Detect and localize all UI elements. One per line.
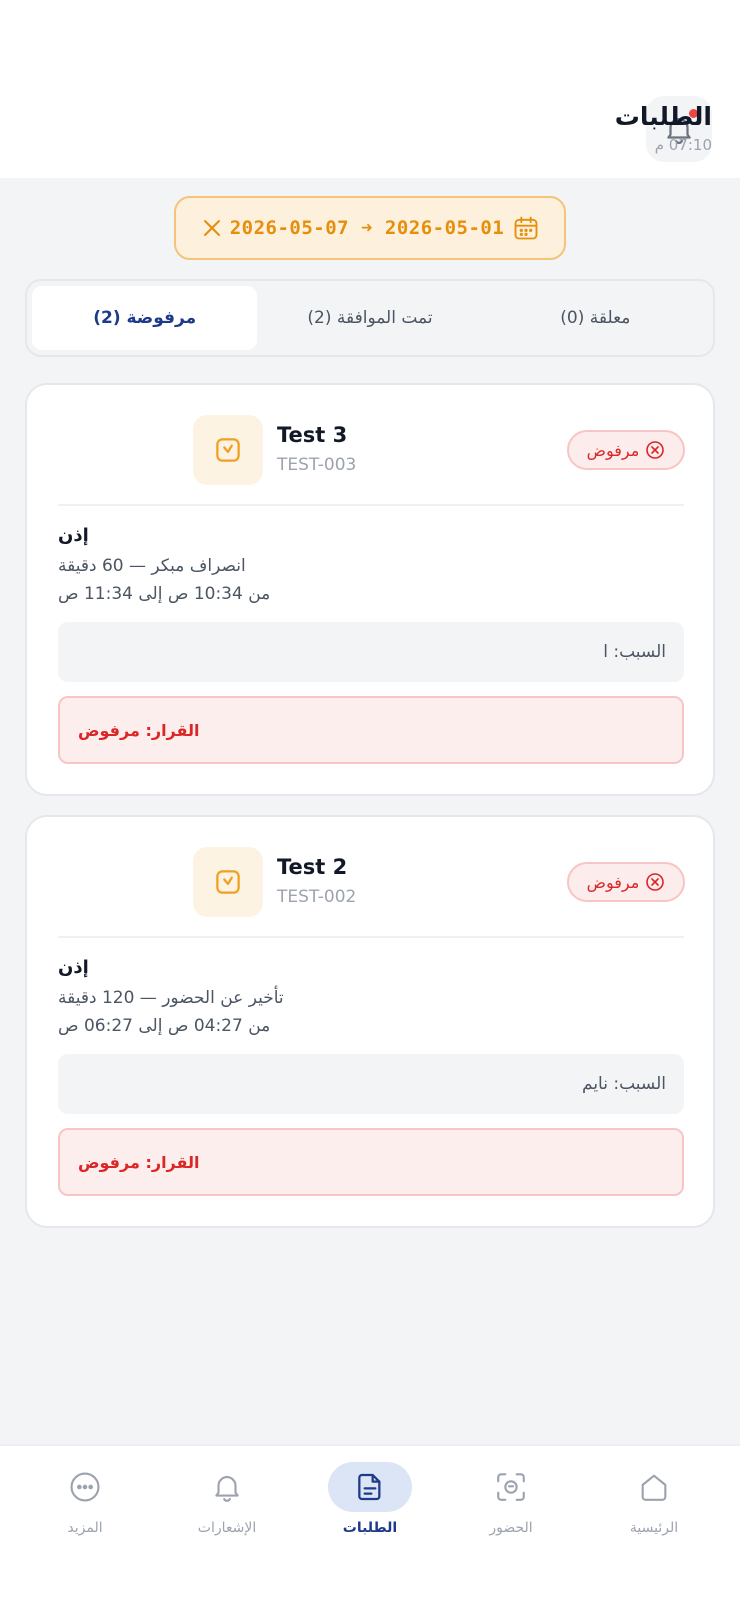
request-detail: انصراف مبكر — 60 دقيقة — [58, 556, 246, 576]
nav-item-more[interactable]: المزيد — [25, 1456, 145, 1556]
clock-icon — [216, 870, 240, 894]
request-time-range: من 10:34 ص إلى 11:34 ص — [58, 584, 271, 604]
divider — [58, 936, 684, 938]
date-range-filter[interactable]: 2026-05-07 ➜ 2026-05-01 — [174, 196, 566, 260]
request-card[interactable]: Test 2 TEST-002 مرفوض إذن تأخير عن الحضو… — [25, 815, 715, 1228]
card-header: Test 2 TEST-002 مرفوض — [27, 817, 713, 937]
status-badge: مرفوض — [567, 430, 685, 470]
status-badge: مرفوض — [567, 862, 685, 902]
nav-icon-wrap — [469, 1462, 553, 1512]
nav-label: الحضور — [489, 1520, 533, 1536]
tab-approved[interactable]: تمت الموافقة (2) — [257, 286, 482, 350]
card-body: إذن انصراف مبكر — 60 دقيقة من 10:34 ص إل… — [58, 525, 684, 764]
nav-label: الطلبات — [342, 1520, 398, 1536]
request-card[interactable]: Test 3 TEST-003 مرفوض إذن انصراف مبكر — … — [25, 383, 715, 796]
close-icon[interactable] — [202, 218, 222, 238]
card-icon-box — [193, 847, 263, 917]
x-circle-icon — [646, 441, 665, 459]
nav-icon-wrap — [612, 1462, 696, 1512]
decision-box: القرار: مرفوض — [58, 1128, 684, 1196]
request-time-range: من 04:27 ص إلى 06:27 ص — [58, 1016, 271, 1036]
tab-rejected[interactable]: مرفوضة (2) — [32, 286, 258, 350]
nav-item-requests[interactable]: الطلبات — [310, 1456, 430, 1556]
divider — [58, 504, 684, 506]
employee-name: Test 2 — [277, 855, 348, 879]
nav-label: المزيد — [67, 1520, 103, 1536]
nav-icon-wrap — [185, 1462, 269, 1512]
home-icon — [641, 1474, 667, 1501]
document-icon — [358, 1473, 381, 1501]
face-scan-icon — [497, 1473, 525, 1501]
calendar-icon — [514, 216, 538, 240]
app-header: الطلبات 07:10 م — [0, 0, 740, 178]
title-block: الطلبات 07:10 م — [615, 100, 712, 154]
requests-screen: الطلبات 07:10 م 2026-05-07 ➜ 2026-05-01 … — [0, 0, 740, 1600]
bell-icon — [215, 1476, 239, 1502]
request-type: إذن — [58, 957, 89, 978]
employee-code: TEST-002 — [277, 887, 357, 907]
page-title: الطلبات — [614, 102, 712, 131]
tab-pending[interactable]: معلقة (0) — [483, 286, 708, 350]
nav-label: الإشعارات — [197, 1520, 257, 1536]
date-range-text: 2026-05-07 ➜ 2026-05-01 — [229, 217, 505, 239]
request-detail: تأخير عن الحضور — 120 دقيقة — [58, 988, 284, 1008]
status-tabs: مرفوضة (2) تمت الموافقة (2) معلقة (0) — [25, 279, 715, 357]
nav-item-attendance[interactable]: الحضور — [451, 1456, 571, 1556]
nav-icon-wrap — [43, 1462, 127, 1512]
card-header: Test 3 TEST-003 مرفوض — [27, 385, 713, 505]
card-icon-box — [193, 415, 263, 485]
nav-item-notifications[interactable]: الإشعارات — [167, 1456, 287, 1556]
more-icon — [70, 1472, 100, 1502]
x-circle-icon — [646, 873, 665, 891]
current-time: 07:10 م — [654, 136, 712, 154]
request-type: إذن — [58, 525, 89, 546]
employee-code: TEST-003 — [277, 455, 357, 475]
clock-icon — [216, 438, 240, 462]
reason-box: السبب: نايم — [58, 1054, 684, 1114]
employee-name: Test 3 — [277, 423, 348, 447]
card-body: إذن تأخير عن الحضور — 120 دقيقة من 04:27… — [58, 957, 684, 1196]
reason-box: السبب: ا — [58, 622, 684, 682]
status-label: مرفوض — [586, 872, 640, 892]
decision-box: القرار: مرفوض — [58, 696, 684, 764]
nav-label: الرئيسية — [629, 1520, 679, 1536]
nav-item-home[interactable]: الرئيسية — [594, 1456, 714, 1556]
bottom-nav: المزيد الإشعارات الطلبات الحضور الرئيسية — [0, 1444, 740, 1600]
status-label: مرفوض — [586, 440, 640, 460]
nav-icon-wrap — [328, 1462, 412, 1512]
